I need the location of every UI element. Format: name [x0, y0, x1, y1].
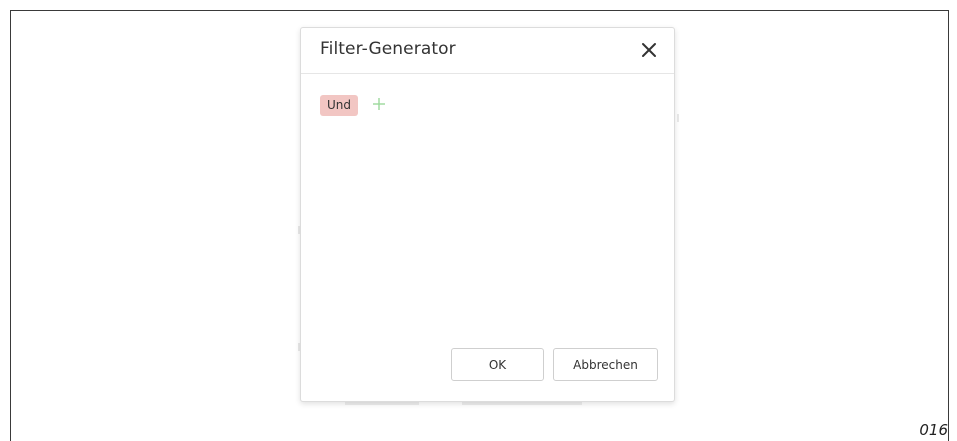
ok-button[interactable]: OK: [451, 348, 544, 381]
add-condition-button[interactable]: [371, 96, 387, 112]
background-ghost-text: [345, 402, 419, 405]
and-group-chip[interactable]: Und: [320, 95, 359, 116]
filter-generator-dialog: Filter-Generator Und OK Abbrechen: [300, 27, 675, 402]
dialog-header: Filter-Generator: [301, 28, 674, 74]
background-ghost-mark: [677, 114, 679, 122]
close-icon: [642, 43, 656, 57]
background-ghost-text: [462, 402, 582, 405]
cancel-button[interactable]: Abbrechen: [553, 348, 658, 381]
screenshot-frame: Filter-Generator Und OK Abbrechen 016: [0, 0, 957, 441]
plus-icon: [373, 98, 385, 110]
close-button[interactable]: [638, 39, 660, 61]
dialog-title: Filter-Generator: [320, 39, 456, 59]
page-number-label: 016: [919, 421, 948, 439]
